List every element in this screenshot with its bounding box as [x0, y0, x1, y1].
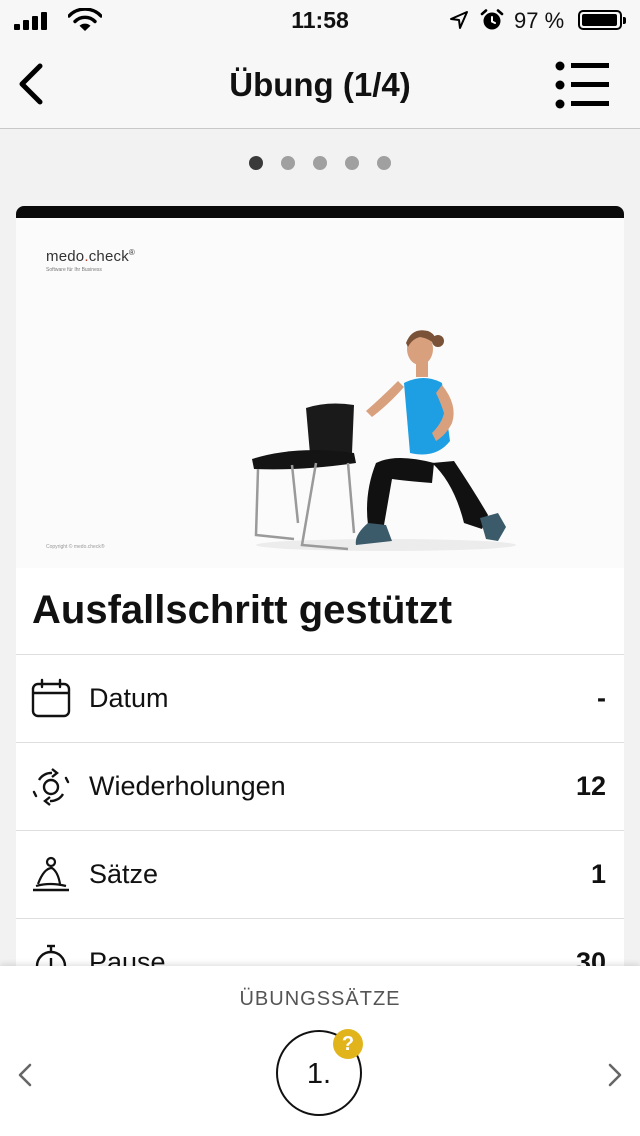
set-number: 1.: [306, 1058, 332, 1090]
card-top-bar: [16, 206, 624, 218]
image-copyright: Copyright © medo.check®: [46, 544, 105, 550]
page-dot[interactable]: [249, 156, 263, 170]
page-dot[interactable]: [377, 156, 391, 170]
page-dot[interactable]: [345, 156, 359, 170]
next-set-button[interactable]: [600, 1058, 628, 1092]
chevron-right-icon: [608, 1063, 622, 1087]
exercise-image: medo.check® Software für Ihr Business Co…: [16, 218, 624, 568]
page-dot[interactable]: [313, 156, 327, 170]
calendar-icon: [31, 678, 71, 718]
brand-logo: medo.check®: [46, 248, 135, 265]
detail-label: Datum: [89, 683, 169, 713]
detail-value: -: [597, 683, 606, 713]
page-indicator[interactable]: [0, 156, 640, 174]
battery-icon: [578, 10, 626, 30]
exercise-figure-icon: [33, 856, 69, 892]
detail-value: 12: [575, 771, 606, 801]
detail-label: Wiederholungen: [89, 771, 286, 801]
previous-set-button[interactable]: [12, 1058, 40, 1092]
sets-heading: ÜBUNGSSÄTZE: [239, 988, 401, 1010]
detail-label: Sätze: [89, 859, 159, 889]
exercise-sets-panel: ÜBUNGSSÄTZE 1. ?: [0, 966, 640, 1136]
location-arrow-icon: [450, 11, 468, 29]
navigation-bar: Übung (1/4): [0, 40, 640, 129]
list-icon: [555, 61, 609, 109]
exercise-details: Datum - Wiederholungen 12 Sätze 1 Pause …: [16, 654, 624, 1006]
repeat-cycle-icon: [32, 768, 70, 806]
chevron-left-icon: [18, 1063, 32, 1087]
detail-row-date: Datum -: [16, 654, 624, 742]
detail-row-sets: Sätze 1: [16, 830, 624, 918]
detail-value: 1: [590, 859, 606, 889]
page-title: Übung (1/4): [229, 66, 411, 103]
battery-percentage: 97 %: [514, 8, 565, 33]
alarm-clock-icon: [480, 9, 504, 30]
page-dot[interactable]: [281, 156, 295, 170]
help-badge[interactable]: ?: [333, 1029, 363, 1059]
exercise-title: Ausfallschritt gestützt: [32, 588, 453, 632]
back-button[interactable]: [10, 56, 60, 112]
exercise-list-button[interactable]: [548, 58, 614, 112]
exercise-illustration: [252, 330, 516, 551]
exercise-screen: 11:58 97 % Übung (1/4) medo.check® Softw…: [0, 0, 640, 1136]
status-bar: 11:58 97 %: [0, 0, 640, 40]
detail-row-repetitions: Wiederholungen 12: [16, 742, 624, 830]
brand-tagline: Software für Ihr Business: [46, 267, 102, 273]
